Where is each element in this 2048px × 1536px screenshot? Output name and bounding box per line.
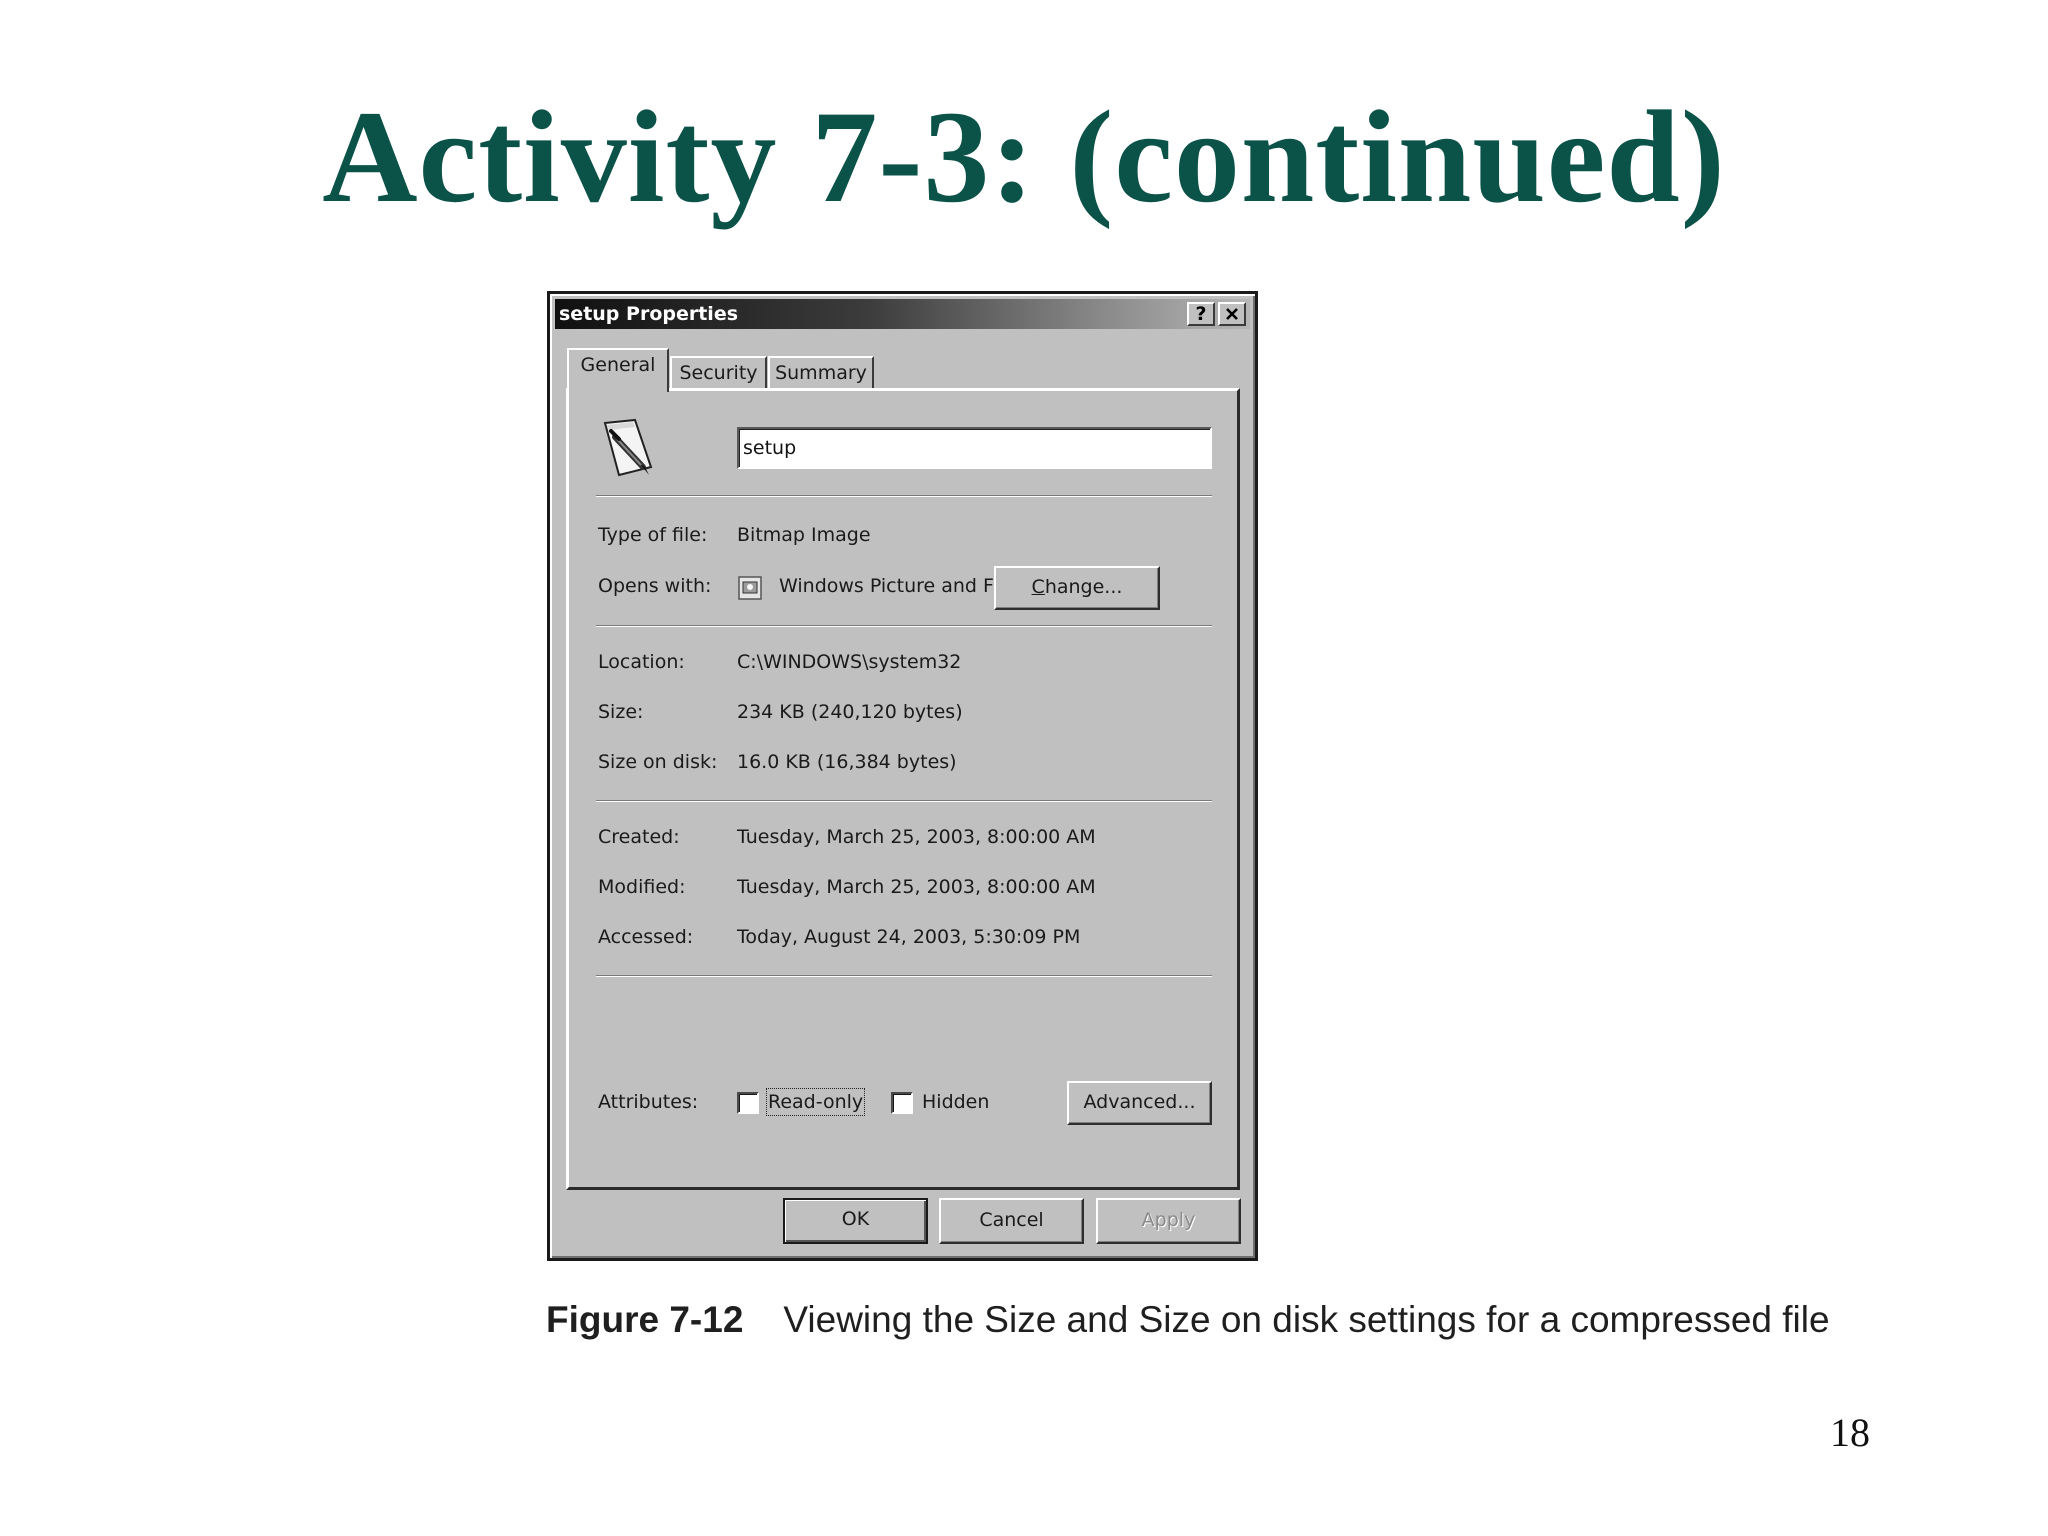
created-value: Tuesday, March 25, 2003, 8:00:00 AM — [737, 826, 1096, 848]
type-of-file-label: Type of file: — [598, 524, 708, 546]
close-icon — [1226, 308, 1238, 320]
attributes-label: Attributes: — [598, 1091, 699, 1113]
modified-label: Modified: — [598, 876, 686, 898]
file-name-input[interactable] — [737, 427, 1212, 469]
separator — [596, 495, 1212, 497]
size-value: 234 KB (240,120 bytes) — [737, 701, 963, 723]
slide-title: Activity 7-3: (continued) — [322, 83, 1726, 230]
read-only-checkbox[interactable] — [737, 1092, 759, 1114]
size-on-disk-value: 16.0 KB (16,384 bytes) — [737, 751, 957, 773]
read-only-label[interactable]: Read-only — [765, 1088, 866, 1116]
type-of-file-value: Bitmap Image — [737, 524, 871, 546]
opens-with-label: Opens with: — [598, 575, 712, 597]
accessed-value: Today, August 24, 2003, 5:30:09 PM — [737, 926, 1081, 948]
figure-label: Figure 7-12 — [546, 1299, 744, 1340]
change-button[interactable]: Change... — [994, 566, 1160, 610]
help-button[interactable]: ? — [1187, 302, 1215, 326]
ok-button[interactable]: OK — [783, 1198, 928, 1244]
location-label: Location: — [598, 651, 685, 673]
size-label: Size: — [598, 701, 644, 723]
figure-caption-text: Viewing the Size and Size on disk settin… — [783, 1299, 1830, 1340]
windows-picture-viewer-icon — [738, 576, 762, 600]
created-label: Created: — [598, 826, 680, 848]
modified-value: Tuesday, March 25, 2003, 8:00:00 AM — [737, 876, 1096, 898]
location-value: C:\WINDOWS\system32 — [737, 651, 962, 673]
tab-summary[interactable]: Summary — [768, 356, 874, 390]
figure-caption: Figure 7-12 Viewing the Size and Size on … — [546, 1297, 1830, 1343]
accessed-label: Accessed: — [598, 926, 694, 948]
tab-general[interactable]: General — [567, 348, 669, 392]
slide: Activity 7-3: (continued) setup Properti… — [0, 0, 2048, 1536]
properties-dialog: setup Properties ? General Security Summ… — [547, 291, 1258, 1261]
separator — [596, 625, 1212, 627]
hidden-label[interactable]: Hidden — [922, 1090, 989, 1114]
general-tab-panel: Type of file: Bitmap Image Opens with: W… — [566, 388, 1240, 1190]
size-on-disk-label: Size on disk: — [598, 751, 718, 773]
page-number: 18 — [1830, 1410, 1870, 1455]
separator — [596, 800, 1212, 802]
close-button[interactable] — [1218, 302, 1246, 326]
separator — [596, 975, 1212, 977]
opens-with-app: Windows Picture and F — [779, 575, 993, 597]
advanced-button[interactable]: Advanced... — [1067, 1081, 1212, 1125]
cancel-button[interactable]: Cancel — [939, 1198, 1084, 1244]
bitmap-file-icon — [603, 418, 653, 477]
dialog-titlebar[interactable]: setup Properties ? — [555, 299, 1250, 329]
apply-button[interactable]: Apply — [1096, 1198, 1241, 1244]
dialog-title: setup Properties — [559, 303, 739, 325]
tab-security[interactable]: Security — [670, 356, 767, 390]
hidden-checkbox[interactable] — [891, 1092, 913, 1114]
